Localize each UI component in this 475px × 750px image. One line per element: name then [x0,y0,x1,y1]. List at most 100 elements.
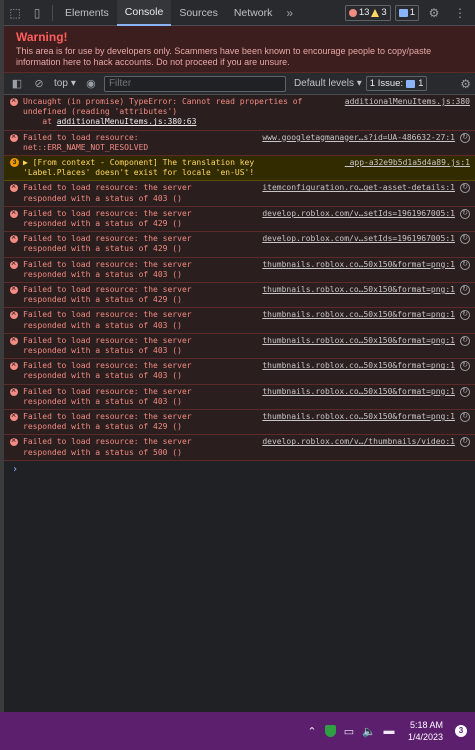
network-request-icon[interactable]: ↻ [460,437,470,448]
console-message-error[interactable]: Failed to load resource: the server resp… [4,410,475,436]
live-expression-eye-icon[interactable]: ◉ [82,75,100,93]
message-source-link[interactable]: develop.roblox.com/v…/thumbnails/video:1 [262,437,455,447]
error-icon [10,359,18,371]
clear-console-icon[interactable]: ⊘ [30,75,48,93]
self-xss-warning: Warning! This area is for use by develop… [4,26,475,73]
console-message-error[interactable]: Failed to load resource: the server resp… [4,257,475,284]
message-icon [398,8,408,17]
inspect-element-icon[interactable]: ⬚ [4,0,26,26]
error-icon [10,435,18,447]
warning-count-badge: 3 [10,158,19,168]
console-message-error[interactable]: Failed to load resource: the server resp… [4,308,475,334]
error-icon [10,385,18,396]
network-request-icon[interactable]: ↻ [460,183,470,194]
log-levels-dropdown[interactable]: Default levels ▾ [294,78,362,89]
info-badge[interactable]: 1 [394,4,419,21]
chevron-up-icon[interactable]: ⌃ [305,725,319,738]
message-source-link[interactable]: thumbnails.roblox.co…50x150&format=png:1 [262,336,455,346]
message-line: Failed to load resource: the server [23,335,192,345]
tab-elements[interactable]: Elements [57,0,117,26]
console-message-error[interactable]: Failed to load resource: the server resp… [4,181,475,207]
context-selector[interactable]: top ▾ [52,78,78,89]
console-message-error[interactable]: Failed to load resource: the server resp… [4,435,475,461]
network-request-icon[interactable]: ↻ [460,310,470,321]
message-line: responded with a status of 429 () [23,244,182,254]
message-line: responded with a status of 403 () [23,371,182,381]
info-count: 1 [409,7,415,18]
message-source-link[interactable]: thumbnails.roblox.co…50x150&format=png:1 [262,361,455,371]
more-tabs-button[interactable]: » [280,6,299,20]
issues-button[interactable]: 1 Issue: 1 [365,76,428,91]
message-line: undefined (reading 'attributes') [23,107,178,117]
console-message-error[interactable]: Failed to load resource: the server resp… [4,232,475,258]
console-message-error[interactable]: Failed to load resource: the server resp… [4,384,475,411]
console-message-warning[interactable]: 3 ▶ [From context - Component] The trans… [4,156,475,182]
settings-gear-icon[interactable]: ⚙ [423,0,445,26]
stack-trace-link[interactable]: additionalMenuItems.js:380:63 [57,117,197,126]
clock-date: 1/4/2023 [407,732,443,742]
system-clock[interactable]: 5:18 AM 1/4/2023 [408,719,443,743]
error-warning-badge[interactable]: 13 3 [344,4,391,21]
tab-network[interactable]: Network [226,0,281,26]
message-line: ▶ [From context - Component] The transla… [23,158,255,168]
console-message-error[interactable]: Uncaught (in promise) TypeError: Cannot … [4,95,475,131]
message-line: responded with a status of 500 () [23,447,182,457]
console-prompt[interactable]: › [4,461,475,478]
network-request-icon[interactable]: ↻ [460,208,470,219]
message-line: Failed to load resource: the server [23,285,192,295]
clock-time: 5:18 AM [409,720,443,730]
security-shield-icon[interactable] [324,725,336,737]
console-message-error[interactable]: Failed to load resource: net::ERR_NAME_N… [4,130,475,157]
network-request-icon[interactable]: ↻ [460,259,470,270]
message-line: responded with a status of 403 () [23,346,182,356]
more-options-icon[interactable]: ⋮ [449,0,471,26]
message-source-link[interactable]: develop.roblox.com/v…setIds=1961967005:1 [262,234,455,244]
device-toolbar-icon[interactable]: ▯ [26,0,48,26]
warning-text: This area is for use by developers only.… [16,46,432,67]
console-messages: Uncaught (in promise) TypeError: Cannot … [4,95,475,712]
error-icon [10,181,18,193]
tab-console[interactable]: Console [116,0,172,26]
sidebar-toggle-icon[interactable]: ◧ [8,75,26,93]
network-request-icon[interactable]: ↻ [460,412,470,423]
console-message-error[interactable]: Failed to load resource: the server resp… [4,333,475,360]
network-request-icon[interactable]: ↻ [460,335,470,346]
message-source-link[interactable]: thumbnails.roblox.co…50x150&format=png:1 [262,387,455,397]
error-icon [10,283,18,295]
message-line: Failed to load resource: the server [23,310,192,320]
battery-icon[interactable]: ▬ [382,725,396,737]
message-source-link[interactable]: itemconfiguration.ro…get-asset-details:1 [262,183,455,193]
console-message-error[interactable]: Failed to load resource: the server resp… [4,206,475,233]
message-source-link[interactable]: additionalMenuItems.js:380 [345,97,470,107]
message-source-link[interactable]: thumbnails.roblox.co…50x150&format=png:1 [262,310,455,320]
message-line: Failed to load resource: the server [23,386,192,396]
stack-prefix: at [23,117,57,127]
message-source-link[interactable]: www.googletagmanager…s?id=UA-486632-27:1 [262,133,455,143]
network-request-icon[interactable]: ↻ [460,386,470,397]
display-icon[interactable]: ▭ [342,725,356,738]
console-message-error[interactable]: Failed to load resource: the server resp… [4,283,475,309]
message-source-link[interactable]: develop.roblox.com/v…setIds=1961967005:1 [262,209,455,219]
issues-label: 1 Issue: [369,78,404,89]
network-request-icon[interactable]: ↻ [460,132,470,143]
network-request-icon[interactable]: ↻ [460,361,470,372]
message-source-link[interactable]: thumbnails.roblox.co…50x150&format=png:1 [262,260,455,270]
message-source-link[interactable]: _app-a32e9b5d1a5d4a89.js:1 [345,158,470,168]
console-message-error[interactable]: Failed to load resource: the server resp… [4,359,475,385]
console-settings-gear-icon[interactable]: ⚙ [460,77,475,91]
network-request-icon[interactable]: ↻ [460,285,470,296]
issues-count: 1 [418,78,424,89]
volume-icon[interactable]: 🔈 [362,725,376,738]
filter-input[interactable] [103,75,286,92]
message-line: 'Label.Places' doesn't exist for locale … [23,168,255,178]
message-source-link[interactable]: thumbnails.roblox.co…50x150&format=png:1 [262,285,455,295]
network-request-icon[interactable]: ↻ [460,234,470,245]
message-line: responded with a status of 403 () [23,269,182,279]
message-line: Failed to load resource: [23,132,139,142]
notification-count-badge[interactable]: 3 [455,725,467,737]
context-label: top [54,78,68,89]
tab-sources[interactable]: Sources [171,0,226,26]
message-line: Failed to load resource: the server [23,259,192,269]
message-source-link[interactable]: thumbnails.roblox.co…50x150&format=png:1 [262,412,455,422]
message-line: responded with a status of 403 () [23,193,182,203]
